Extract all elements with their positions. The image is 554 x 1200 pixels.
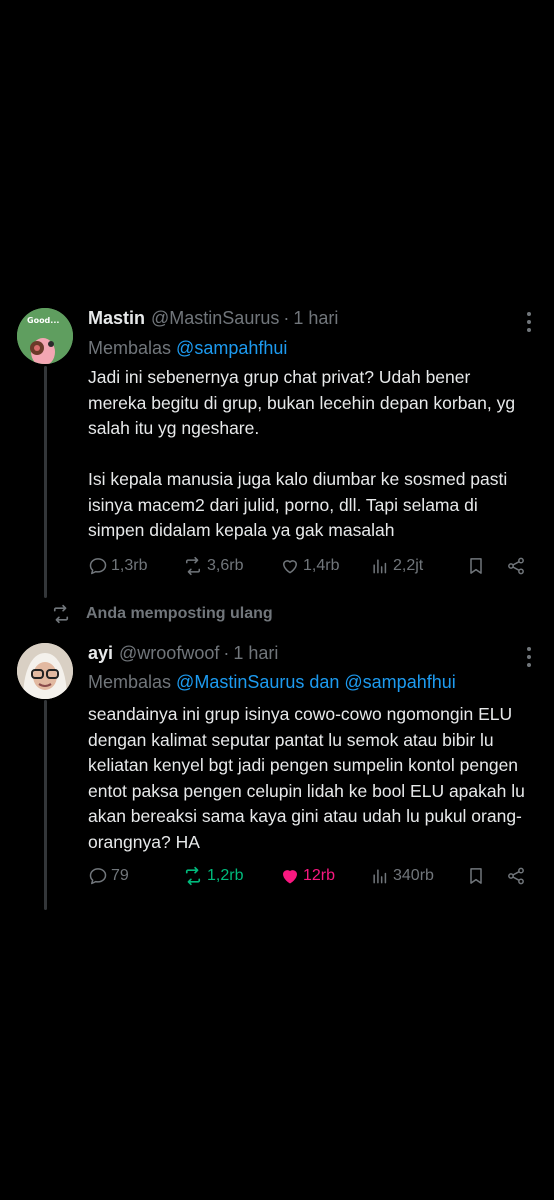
thread-line-top (44, 366, 47, 598)
reply-icon (89, 558, 107, 575)
view-count: 2,2jt (393, 557, 424, 574)
tweet-2-actions: 79 1,2rb 12rb 340rb (88, 866, 530, 886)
heart-icon (283, 560, 297, 574)
display-name[interactable]: ayi (88, 643, 113, 664)
reply-button[interactable]: 1,3rb (88, 556, 182, 576)
repost-button[interactable]: 1,2rb (182, 866, 280, 886)
views-chart-icon (373, 559, 387, 574)
tweet-1-header: Mastin @MastinSaurus · 1 hari (88, 308, 338, 329)
repost-icon-active (185, 866, 201, 886)
tweet-text: seandainya ini grup isinya cowo-cowo ngo… (88, 704, 530, 852)
avatar-mastin[interactable]: Good... (17, 308, 73, 364)
repost-button[interactable]: 3,6rb (182, 556, 280, 576)
user-handle[interactable]: @MastinSaurus (151, 308, 279, 329)
more-options-icon[interactable] (526, 647, 532, 667)
view-count: 340rb (393, 867, 434, 884)
more-options-icon[interactable] (526, 312, 532, 332)
separator-dot: · (223, 643, 230, 663)
share-button[interactable] (506, 866, 526, 886)
repost-banner-label: Anda memposting ulang (86, 605, 273, 622)
timestamp[interactable]: 1 hari (233, 643, 278, 664)
share-button[interactable] (506, 556, 526, 576)
bookmark-button[interactable] (466, 866, 506, 886)
tweet-2-header: ayi @wroofwoof · 1 hari (88, 643, 278, 664)
heart-filled-icon (283, 870, 297, 884)
repost-icon (186, 556, 200, 576)
reply-count: 1,3rb (111, 557, 148, 574)
views-chart-icon (373, 869, 387, 884)
views-button[interactable]: 2,2jt (370, 556, 466, 576)
like-button[interactable]: 1,4rb (280, 556, 370, 576)
timestamp[interactable]: 1 hari (293, 308, 338, 329)
tweet-1-actions: 1,3rb 3,6rb 1,4rb 2,2jt (88, 556, 530, 576)
avatar-ayi[interactable] (17, 643, 73, 699)
bookmark-icon (470, 868, 482, 884)
reply-button[interactable]: 79 (88, 866, 182, 886)
bookmark-button[interactable] (466, 556, 506, 576)
share-icon (508, 557, 524, 575)
bookmark-icon (470, 558, 482, 574)
separator-dot: · (283, 308, 290, 328)
like-count: 12rb (303, 867, 336, 884)
thread-line-bottom (44, 700, 47, 910)
reply-to-line: Membalas @sampahfhui (88, 338, 287, 359)
reply-to-line: Membalas @MastinSaurus dan @sampahfhui (88, 672, 456, 693)
reply-mention-link[interactable]: @MastinSaurus dan @sampahfhui (176, 672, 456, 692)
like-button[interactable]: 12rb (280, 866, 370, 886)
repost-banner: Anda memposting ulang (50, 604, 273, 624)
reply-icon (89, 868, 107, 885)
display-name[interactable]: Mastin (88, 308, 145, 329)
repost-banner-icon (53, 604, 69, 624)
tweet-text: Jadi ini sebenernya grup chat privat? Ud… (88, 367, 516, 540)
avatar-ayi-image (17, 643, 73, 699)
reply-count: 79 (111, 867, 129, 884)
avatar-mastin-text: Good... (27, 316, 59, 325)
reply-mention-link[interactable]: @sampahfhui (176, 338, 287, 358)
views-button[interactable]: 340rb (370, 866, 466, 886)
repost-count: 3,6rb (207, 557, 244, 574)
repost-count: 1,2rb (207, 867, 244, 884)
user-handle[interactable]: @wroofwoof (119, 643, 219, 664)
share-icon (508, 867, 524, 885)
avatar-mastin-image: Good... (17, 308, 73, 364)
reply-prefix: Membalas (88, 672, 172, 692)
reply-prefix: Membalas (88, 338, 172, 358)
like-count: 1,4rb (303, 557, 340, 574)
